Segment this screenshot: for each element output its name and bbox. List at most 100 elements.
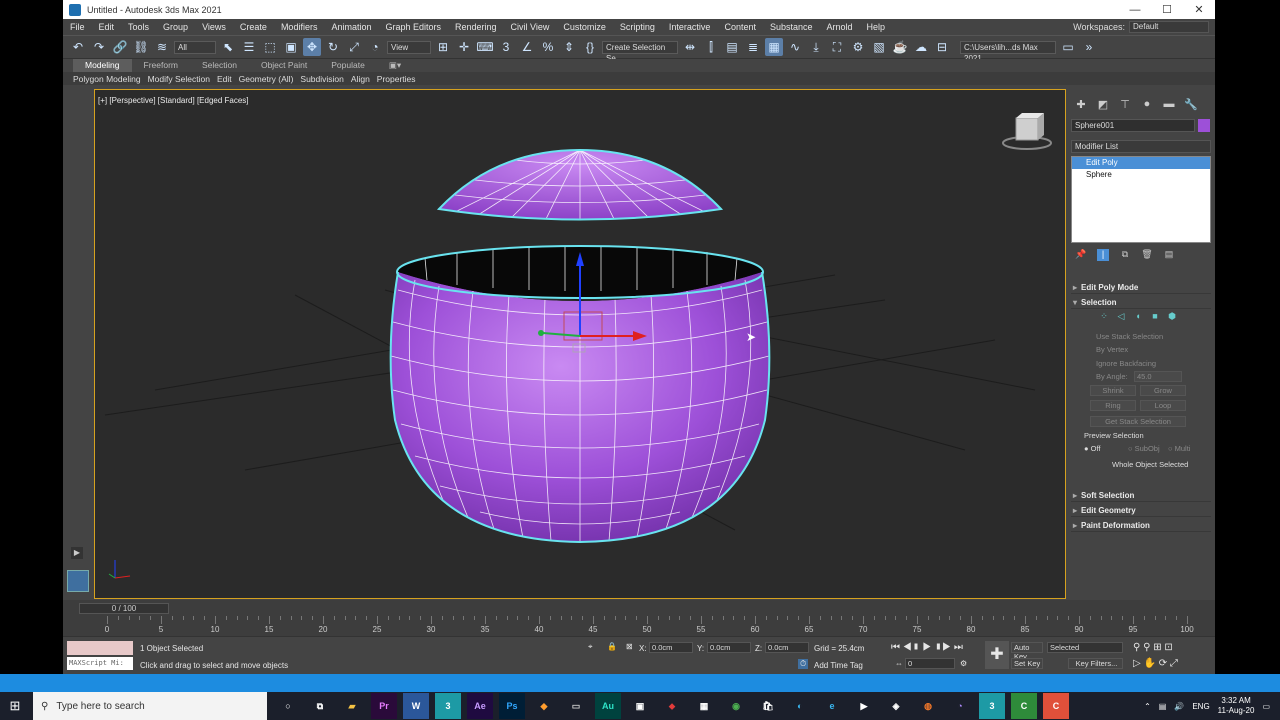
z-coordinate-field[interactable]: 0.0cm: [765, 642, 809, 653]
reference-coordinate-dropdown[interactable]: View: [387, 40, 431, 54]
modifier-list-dropdown[interactable]: Modifier List: [1071, 140, 1211, 153]
angle-snap-icon[interactable]: ∠: [518, 38, 536, 56]
stack-item-sphere[interactable]: Sphere: [1072, 169, 1210, 181]
stream-icon[interactable]: ▶: [851, 693, 877, 719]
blender-icon[interactable]: ◍: [915, 693, 941, 719]
menu-edit[interactable]: Edit: [92, 22, 122, 32]
tab-populate[interactable]: Populate: [319, 59, 377, 72]
sphere-lid[interactable]: [436, 148, 724, 222]
menu-tools[interactable]: Tools: [121, 22, 156, 32]
polygon-mode-icon[interactable]: ■: [1149, 311, 1161, 323]
edit-named-selection-icon[interactable]: {}: [581, 38, 599, 56]
menu-interactive[interactable]: Interactive: [662, 22, 718, 32]
folder-icon[interactable]: ▭: [1059, 38, 1077, 56]
viewcube-icon[interactable]: [1002, 113, 1052, 150]
current-frame-field[interactable]: 0: [905, 658, 955, 669]
configure-modifier-sets-icon[interactable]: ▤: [1163, 249, 1175, 261]
menu-animation[interactable]: Animation: [324, 22, 378, 32]
ring-button[interactable]: Ring: [1090, 400, 1136, 411]
redo-icon[interactable]: ↷: [90, 38, 108, 56]
app-icon[interactable]: ▦: [691, 693, 717, 719]
script-listener-output[interactable]: [67, 641, 133, 655]
preview-subobj-radio[interactable]: ○ SubObj: [1128, 444, 1160, 453]
taskbar-search-box[interactable]: ⚲ Type here to search: [33, 692, 267, 720]
menu-rendering[interactable]: Rendering: [448, 22, 504, 32]
perspective-viewport[interactable]: [+] [Perspective] [Standard] [Edged Face…: [94, 89, 1066, 599]
rollout-edit-geometry[interactable]: Edit Geometry: [1071, 504, 1211, 517]
chrome-icon[interactable]: ◉: [723, 693, 749, 719]
3ds-icon-2[interactable]: 3: [979, 693, 1005, 719]
select-manipulate-icon[interactable]: ✛: [455, 38, 473, 56]
remove-modifier-icon[interactable]: 🗑: [1141, 249, 1153, 261]
maxscript-mini-listener[interactable]: MAXScript Mi:: [67, 657, 133, 670]
minimize-button[interactable]: —: [1119, 0, 1151, 19]
x-coordinate-field[interactable]: 0.0cm: [649, 642, 693, 653]
edge-icon[interactable]: ◐: [787, 693, 813, 719]
named-selection-dropdown[interactable]: Create Selection Se: [602, 40, 678, 63]
rollout-selection[interactable]: Selection: [1071, 296, 1211, 309]
curve-editor-icon[interactable]: ∿: [786, 38, 804, 56]
app-icon-2[interactable]: ◈: [883, 693, 909, 719]
select-object-icon[interactable]: ⬉: [219, 38, 237, 56]
bind-spacewarp-icon[interactable]: ≋: [153, 38, 171, 56]
media-icon[interactable]: ▣: [627, 693, 653, 719]
viewport-scene[interactable]: [95, 90, 1066, 599]
spinner-snap-icon[interactable]: ⇕: [560, 38, 578, 56]
rollout-soft-selection[interactable]: Soft Selection: [1071, 489, 1211, 502]
windows-start-icon[interactable]: ⊞: [0, 698, 30, 714]
create-tab-icon[interactable]: ✚: [1074, 97, 1088, 111]
menu-group[interactable]: Group: [156, 22, 195, 32]
project-path-dropdown[interactable]: C:\Users\lih...ds Max 2021: [960, 40, 1056, 63]
menu-civil-view[interactable]: Civil View: [504, 22, 557, 32]
cortana-icon[interactable]: ○: [275, 693, 301, 719]
panel-align[interactable]: Align: [351, 74, 370, 84]
edge-mode-icon[interactable]: ◁: [1115, 311, 1127, 323]
tab-freeform[interactable]: Freeform: [132, 59, 190, 72]
ribbon-options-icon[interactable]: ▣▾: [377, 59, 413, 72]
viewport-nav-orbit-icons[interactable]: ▷ ✋ ⟳ ⤢: [1133, 658, 1178, 669]
system-clock[interactable]: 3:32 AM 11-Aug-20: [1218, 696, 1255, 716]
folder-icon[interactable]: ▭: [563, 693, 589, 719]
menu-modifiers[interactable]: Modifiers: [274, 22, 325, 32]
panel-polygon-modeling[interactable]: Polygon Modeling: [73, 74, 141, 84]
stack-item-edit-poly[interactable]: Edit Poly: [1072, 157, 1210, 169]
language-indicator[interactable]: ENG: [1192, 702, 1209, 711]
loop-button[interactable]: Loop: [1140, 400, 1186, 411]
maximize-button[interactable]: ☐: [1151, 0, 1183, 19]
expand-toolbar-icon[interactable]: »: [1080, 38, 1098, 56]
render-production-icon[interactable]: ☕: [891, 38, 909, 56]
isolate-selection-icon[interactable]: ⌖: [588, 642, 593, 652]
expand-layout-icon[interactable]: ▶: [71, 547, 83, 559]
panel-geometry-all[interactable]: Geometry (All): [239, 74, 294, 84]
time-track-bar[interactable]: 0 / 100 0 5 10 15 20 25 30 35 40 45 50 55 60 65 70 75 80…: [63, 600, 1215, 636]
key-filters-button[interactable]: Key Filters...: [1068, 658, 1123, 669]
link-icon[interactable]: 🔗: [111, 38, 129, 56]
camtasia-icon[interactable]: C: [1011, 693, 1037, 719]
viewport-label-menu[interactable]: [+] [Perspective] [Standard] [Edged Face…: [98, 96, 249, 105]
show-end-result-icon[interactable]: |: [1097, 249, 1109, 261]
selection-filter-dropdown[interactable]: All: [174, 40, 216, 54]
display-tab-icon[interactable]: ▬: [1162, 97, 1176, 111]
workspace-dropdown[interactable]: Default: [1129, 21, 1209, 33]
menu-substance[interactable]: Substance: [763, 22, 820, 32]
window-crossing-icon[interactable]: ▣: [282, 38, 300, 56]
snaps-toggle-icon[interactable]: 3: [497, 38, 515, 56]
material-editor-icon[interactable]: ⛶: [828, 38, 846, 56]
mirror-icon[interactable]: ⇹: [681, 38, 699, 56]
rollout-edit-poly-mode[interactable]: Edit Poly Mode: [1071, 281, 1211, 294]
preview-multi-radio[interactable]: ○ Multi: [1168, 444, 1190, 453]
utilities-tab-icon[interactable]: 🔧: [1184, 97, 1198, 111]
word-icon[interactable]: W: [403, 693, 429, 719]
select-move-icon[interactable]: ✥: [303, 38, 321, 56]
key-mode-dropdown[interactable]: Selected: [1047, 642, 1123, 653]
time-slider[interactable]: 0 / 100: [79, 603, 169, 614]
percent-snap-icon[interactable]: %: [539, 38, 557, 56]
menu-customize[interactable]: Customize: [556, 22, 613, 32]
timeline-ticks[interactable]: 0 5 10 15 20 25 30 35 40 45 50 55 60 65 70 75 80 85 90 95 10…: [105, 616, 1194, 634]
tab-modeling[interactable]: Modeling: [73, 59, 132, 72]
selection-lock-icon[interactable]: 🔒: [607, 642, 617, 651]
auto-key-button[interactable]: Auto Key: [1011, 642, 1043, 661]
align-icon[interactable]: ⫿: [702, 38, 720, 56]
shrink-button[interactable]: Shrink: [1090, 385, 1136, 396]
tray-overflow-icon[interactable]: ⌃: [1144, 702, 1151, 711]
